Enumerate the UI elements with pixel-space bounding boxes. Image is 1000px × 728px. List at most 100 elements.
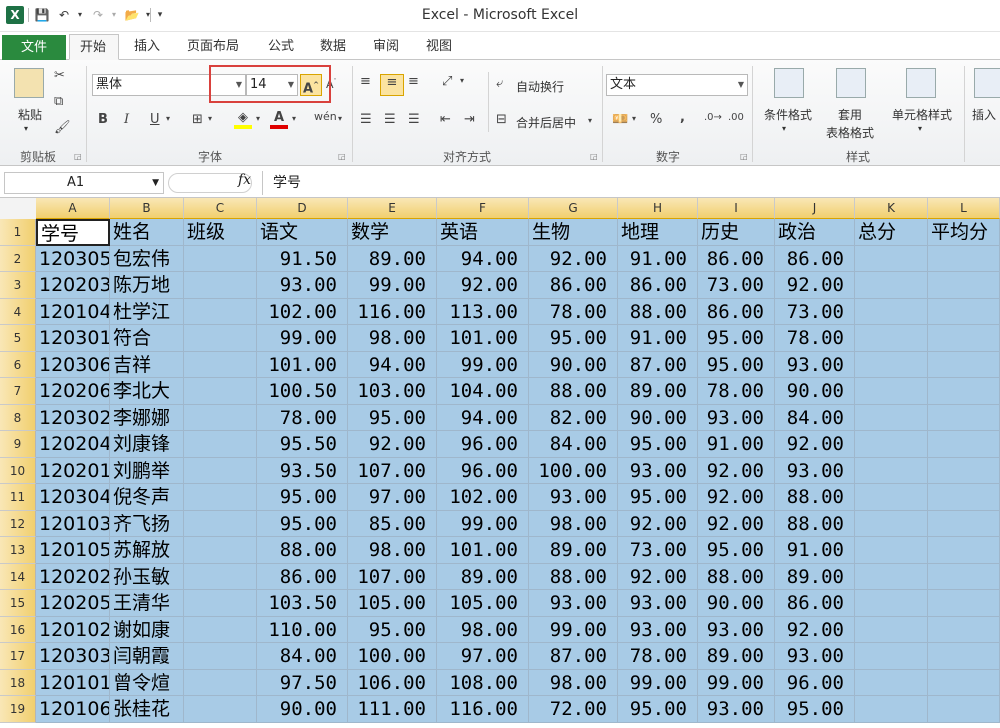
row-header-6[interactable]: 6: [0, 351, 36, 378]
row-header-5[interactable]: 5: [0, 325, 36, 352]
cell-B2[interactable]: 包宏伟: [110, 245, 184, 272]
insert-function-icon[interactable]: fx: [238, 172, 251, 188]
cell-E8[interactable]: 95.00: [348, 404, 437, 431]
cell-C13[interactable]: [184, 537, 257, 564]
conditional-format-button[interactable]: 条件格式: [758, 106, 818, 123]
cell-G19[interactable]: 72.00: [529, 696, 618, 723]
cell-A1[interactable]: 学号: [36, 219, 110, 246]
cell-A10[interactable]: 120201: [36, 457, 110, 484]
cell-J4[interactable]: 73.00: [775, 298, 855, 325]
cell-D19[interactable]: 90.00: [257, 696, 348, 723]
cell-D8[interactable]: 78.00: [257, 404, 348, 431]
cell-E12[interactable]: 85.00: [348, 510, 437, 537]
cell-E19[interactable]: 111.00: [348, 696, 437, 723]
cell-A11[interactable]: 120304: [36, 484, 110, 511]
cell-H15[interactable]: 93.00: [618, 590, 698, 617]
cell-G17[interactable]: 87.00: [529, 643, 618, 670]
cell-J7[interactable]: 90.00: [775, 378, 855, 405]
cell-A18[interactable]: 120101: [36, 669, 110, 696]
cell-B7[interactable]: 李北大: [110, 378, 184, 405]
row-header-4[interactable]: 4: [0, 298, 36, 325]
column-header-G[interactable]: G: [529, 198, 618, 219]
cell-L16[interactable]: [928, 616, 1000, 643]
cell-H4[interactable]: 88.00: [618, 298, 698, 325]
cell-D11[interactable]: 95.00: [257, 484, 348, 511]
percent-button[interactable]: %: [650, 112, 662, 127]
cell-L12[interactable]: [928, 510, 1000, 537]
cell-H14[interactable]: 92.00: [618, 563, 698, 590]
font-color-icon[interactable]: A: [270, 110, 288, 129]
tab-review[interactable]: 审阅: [363, 34, 409, 60]
cell-C12[interactable]: [184, 510, 257, 537]
cell-C1[interactable]: 班级: [184, 219, 257, 246]
cell-C11[interactable]: [184, 484, 257, 511]
cell-I9[interactable]: 91.00: [698, 431, 775, 458]
cell-B4[interactable]: 杜学江: [110, 298, 184, 325]
clipboard-launcher-icon[interactable]: ◲: [74, 152, 82, 161]
cell-L15[interactable]: [928, 590, 1000, 617]
row-header-7[interactable]: 7: [0, 378, 36, 405]
cell-A16[interactable]: 120102: [36, 616, 110, 643]
row-header-15[interactable]: 15: [0, 590, 36, 617]
cell-I17[interactable]: 89.00: [698, 643, 775, 670]
cell-F10[interactable]: 96.00: [437, 457, 529, 484]
cell-C2[interactable]: [184, 245, 257, 272]
format-painter-icon[interactable]: 🖌: [54, 120, 71, 135]
cell-C5[interactable]: [184, 325, 257, 352]
cell-A19[interactable]: 120106: [36, 696, 110, 723]
cell-H19[interactable]: 95.00: [618, 696, 698, 723]
cell-K12[interactable]: [855, 510, 928, 537]
cell-H11[interactable]: 95.00: [618, 484, 698, 511]
cell-B3[interactable]: 陈万地: [110, 272, 184, 299]
cell-C4[interactable]: [184, 298, 257, 325]
cell-A17[interactable]: 120303: [36, 643, 110, 670]
currency-dropdown-icon[interactable]: ▾: [632, 114, 636, 123]
cell-L19[interactable]: [928, 696, 1000, 723]
cell-A3[interactable]: 120203: [36, 272, 110, 299]
cell-C9[interactable]: [184, 431, 257, 458]
cell-F6[interactable]: 99.00: [437, 351, 529, 378]
merge-dropdown-icon[interactable]: ▾: [588, 116, 592, 125]
cell-G4[interactable]: 78.00: [529, 298, 618, 325]
underline-button[interactable]: U: [150, 112, 160, 127]
cell-L1[interactable]: 平均分: [928, 219, 1000, 246]
cell-E17[interactable]: 100.00: [348, 643, 437, 670]
row-header-13[interactable]: 13: [0, 537, 36, 564]
merge-center-button[interactable]: 合并后居中: [516, 114, 576, 131]
cell-K14[interactable]: [855, 563, 928, 590]
cell-E18[interactable]: 106.00: [348, 669, 437, 696]
cell-K15[interactable]: [855, 590, 928, 617]
cell-A2[interactable]: 120305: [36, 245, 110, 272]
cell-D1[interactable]: 语文: [257, 219, 348, 246]
cell-K13[interactable]: [855, 537, 928, 564]
cell-D9[interactable]: 95.50: [257, 431, 348, 458]
number-format-combo[interactable]: 文本 ▼: [606, 74, 748, 96]
cell-H3[interactable]: 86.00: [618, 272, 698, 299]
cell-H5[interactable]: 91.00: [618, 325, 698, 352]
insert-cells-button[interactable]: 插入: [972, 106, 1000, 123]
cell-I8[interactable]: 93.00: [698, 404, 775, 431]
cell-K10[interactable]: [855, 457, 928, 484]
cell-K4[interactable]: [855, 298, 928, 325]
row-header-19[interactable]: 19: [0, 696, 36, 723]
cell-G10[interactable]: 100.00: [529, 457, 618, 484]
align-right-icon[interactable]: ☰: [408, 112, 420, 127]
cell-L2[interactable]: [928, 245, 1000, 272]
cell-L13[interactable]: [928, 537, 1000, 564]
align-middle-icon[interactable]: ≡: [380, 74, 404, 96]
cell-K16[interactable]: [855, 616, 928, 643]
cell-I12[interactable]: 92.00: [698, 510, 775, 537]
cell-G3[interactable]: 86.00: [529, 272, 618, 299]
cell-G9[interactable]: 84.00: [529, 431, 618, 458]
cell-K6[interactable]: [855, 351, 928, 378]
cell-D6[interactable]: 101.00: [257, 351, 348, 378]
cell-C19[interactable]: [184, 696, 257, 723]
cell-K9[interactable]: [855, 431, 928, 458]
cell-A4[interactable]: 120104: [36, 298, 110, 325]
row-header-10[interactable]: 10: [0, 457, 36, 484]
cell-B12[interactable]: 齐飞扬: [110, 510, 184, 537]
cell-C10[interactable]: [184, 457, 257, 484]
row-header-9[interactable]: 9: [0, 431, 36, 458]
cell-G12[interactable]: 98.00: [529, 510, 618, 537]
cell-A8[interactable]: 120302: [36, 404, 110, 431]
